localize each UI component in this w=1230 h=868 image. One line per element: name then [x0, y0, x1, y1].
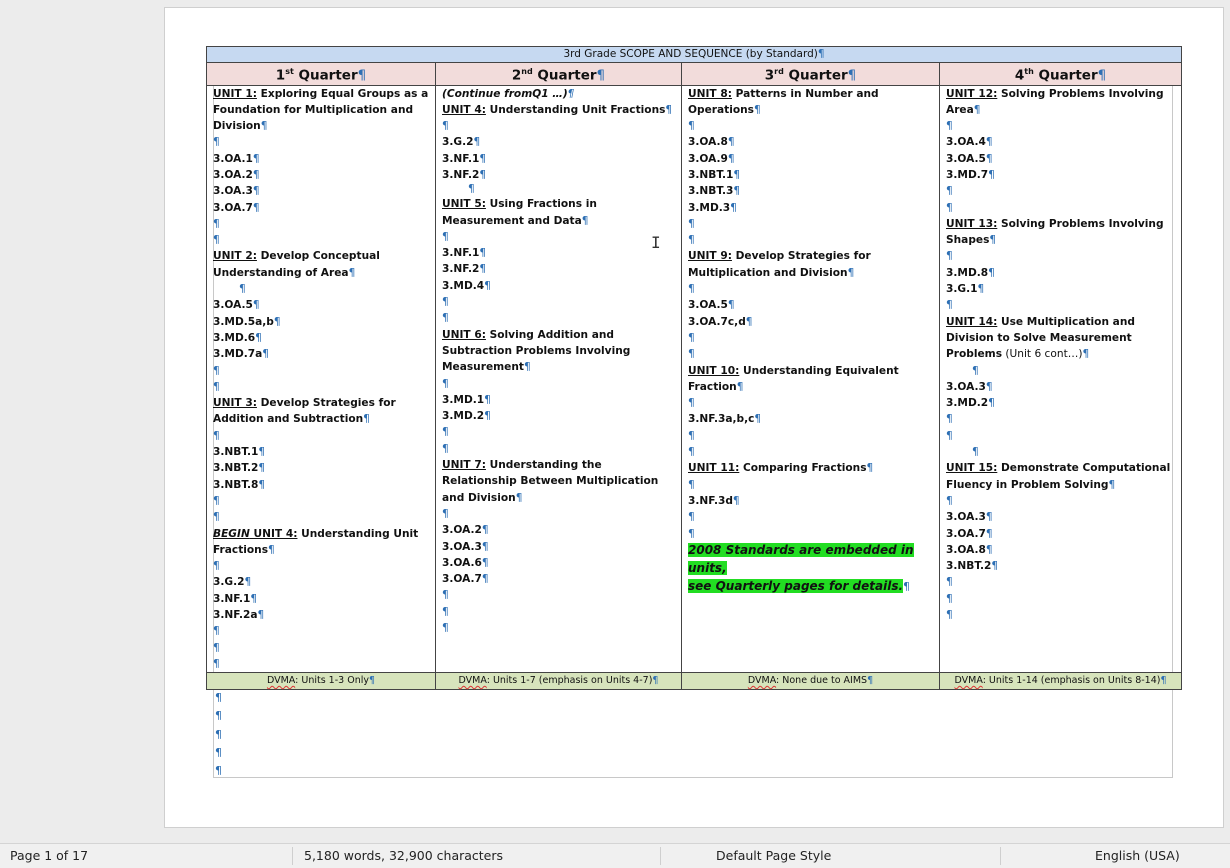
standard-item: 3.NF.1¶	[213, 592, 258, 605]
standard-item: 3.MD.1¶	[442, 393, 491, 406]
unit-13-heading: UNIT 13: Solving Problems Involving Shap…	[946, 217, 1164, 247]
standard-item: 3.G.1¶	[946, 283, 985, 296]
standard-item: 3.OA.3¶	[946, 511, 993, 524]
standard-item: 3.MD.2¶	[442, 410, 491, 423]
standard-item: 3.MD.6¶	[213, 331, 262, 344]
standard-item: 3.NF.3a,b,c¶	[688, 413, 762, 426]
standard-item: 3.OA.5¶	[213, 299, 260, 312]
continue-note: (Continue fromQ1 …)¶	[442, 87, 575, 100]
unit-3-heading: UNIT 3: Develop Strategies for Addition …	[213, 397, 396, 426]
standard-item: 3.OA.9¶	[688, 152, 735, 165]
quarter-2-cell[interactable]: (Continue fromQ1 …)¶ UNIT 4: Understandi…	[435, 84, 682, 674]
standard-item: 3.OA.4¶	[946, 136, 993, 149]
unit-5-heading: UNIT 5: Using Fractions in Measurement a…	[442, 198, 597, 227]
unit-8-heading: UNIT 8: Patterns in Number and Operation…	[688, 87, 879, 116]
standards-note: 2008 Standards are embedded in units, se…	[688, 542, 914, 593]
quarter-header-3[interactable]: 3rd Quarter¶	[681, 62, 940, 86]
trailing-paragraphs[interactable]: ¶ ¶ ¶ ¶ ¶	[215, 689, 222, 780]
quarter-header-4[interactable]: 4th Quarter¶	[938, 62, 1183, 86]
standard-item: 3.NF.2¶	[442, 168, 487, 181]
standard-item: 3.OA.3¶	[213, 185, 260, 198]
standard-item: 3.MD.4¶	[442, 279, 491, 292]
unit-12-heading: UNIT 12: Solving Problems Involving Area…	[946, 87, 1164, 116]
dvma-footer-1[interactable]: DVMA: Units 1-3 Only¶	[206, 672, 436, 691]
document-page[interactable]: 3rd Grade SCOPE AND SEQUENCE (by Standar…	[164, 7, 1224, 828]
standard-item: 3.NBT.1¶	[688, 168, 741, 181]
language-indicator[interactable]: English (USA)	[1095, 844, 1180, 868]
standard-item: 3.G.2¶	[442, 136, 481, 149]
dvma-footer-4[interactable]: DVMA: Units 1-14 (emphasis on Units 8-14…	[938, 672, 1183, 691]
standard-item: 3.NF.3d¶	[688, 494, 740, 507]
standard-item: 3.NBT.2¶	[946, 560, 999, 573]
standard-item: 3.OA.7¶	[213, 201, 260, 214]
standard-item: 3.MD.7a¶	[213, 348, 270, 361]
standard-item: 3.OA.7¶	[442, 573, 489, 586]
unit-10-heading: UNIT 10: Understanding Equivalent Fracti…	[688, 364, 899, 393]
standard-item: 3.NBT.3¶	[688, 185, 741, 198]
standard-item: 3.MD.8¶	[946, 266, 995, 279]
text-cursor-icon: I	[651, 233, 661, 252]
page-count[interactable]: Page 1 of 17	[10, 844, 88, 868]
standard-item: 3.OA.3¶	[946, 380, 993, 393]
standard-item: 3.MD.5a,b¶	[213, 315, 281, 328]
scope-sequence-table[interactable]: 3rd Grade SCOPE AND SEQUENCE (by Standar…	[205, 46, 1183, 691]
standard-item: 3.OA.7¶	[946, 527, 993, 540]
table-title-cell[interactable]: 3rd Grade SCOPE AND SEQUENCE (by Standar…	[205, 46, 1183, 63]
standard-item: 3.NF.1¶	[442, 247, 487, 260]
quarter-header-2[interactable]: 2nd Quarter¶	[435, 62, 682, 86]
dvma-footer-3[interactable]: DVMA: None due to AIMS¶	[681, 672, 940, 691]
unit-7-heading: UNIT 7: Understanding the Relationship B…	[442, 459, 659, 504]
standard-item: 3.NF.2¶	[442, 263, 487, 276]
standard-item: 3.OA.3¶	[442, 540, 489, 553]
standard-item: 3.OA.2¶	[213, 168, 260, 181]
unit-4-begin-heading: BEGIN UNIT 4: Understanding Unit Fractio…	[213, 527, 419, 556]
page-style[interactable]: Default Page Style	[716, 844, 831, 868]
standard-item: 3.MD.7¶	[946, 168, 995, 181]
unit-11-heading: UNIT 11: Comparing Fractions¶	[688, 462, 874, 475]
standard-item: 3.OA.5¶	[946, 152, 993, 165]
standard-item: 3.NBT.1¶	[213, 446, 266, 459]
unit-1-heading: UNIT 1: Exploring Equal Groups as a Foun…	[213, 87, 429, 133]
standard-item: 3.OA.8¶	[688, 136, 735, 149]
standard-item: 3.NF.1¶	[442, 152, 487, 165]
unit-4-heading: UNIT 4: Understanding Unit Fractions¶	[442, 103, 673, 116]
standard-item: 3.OA.7c,d¶	[688, 315, 753, 328]
unit-9-heading: UNIT 9: Develop Strategies for Multiplic…	[688, 250, 871, 279]
standard-item: 3.MD.2¶	[946, 397, 995, 410]
quarter-1-cell[interactable]: UNIT 1: Exploring Equal Groups as a Foun…	[206, 84, 436, 674]
standard-item: 3.NBT.8¶	[213, 478, 266, 491]
standard-item: 3.NBT.2¶	[213, 462, 266, 475]
standard-item: 3.MD.3¶	[688, 201, 737, 214]
standard-item: 3.OA.2¶	[442, 524, 489, 537]
unit-2-heading: UNIT 2: Develop Conceptual Understanding…	[213, 250, 380, 279]
standard-item: 3.OA.5¶	[688, 299, 735, 312]
standard-item: 3.G.2¶	[213, 576, 252, 589]
standard-item: 3.OA.8¶	[946, 543, 993, 556]
word-count[interactable]: 5,180 words, 32,900 characters	[304, 844, 503, 868]
status-bar: Page 1 of 17 5,180 words, 32,900 charact…	[0, 843, 1230, 868]
standard-item: 3.OA.1¶	[213, 152, 260, 165]
unit-15-heading: UNIT 15: Demonstrate Computational Fluen…	[946, 462, 1171, 491]
unit-14-heading: UNIT 14: Use Multiplication and Division…	[946, 315, 1135, 361]
quarter-header-1[interactable]: 1st Quarter¶	[206, 62, 436, 86]
standard-item: 3.NF.2a¶	[213, 609, 265, 621]
unit-6-heading: UNIT 6: Solving Addition and Subtraction…	[442, 328, 631, 374]
dvma-footer-2[interactable]: DVMA: Units 1-7 (emphasis on Units 4-7)¶	[435, 672, 682, 691]
quarter-4-cell[interactable]: UNIT 12: Solving Problems Involving Area…	[938, 84, 1183, 674]
standard-item: 3.OA.6¶	[442, 556, 489, 569]
table-title: 3rd Grade SCOPE AND SEQUENCE (by Standar…	[563, 48, 818, 60]
quarter-3-cell[interactable]: UNIT 8: Patterns in Number and Operation…	[681, 84, 940, 674]
